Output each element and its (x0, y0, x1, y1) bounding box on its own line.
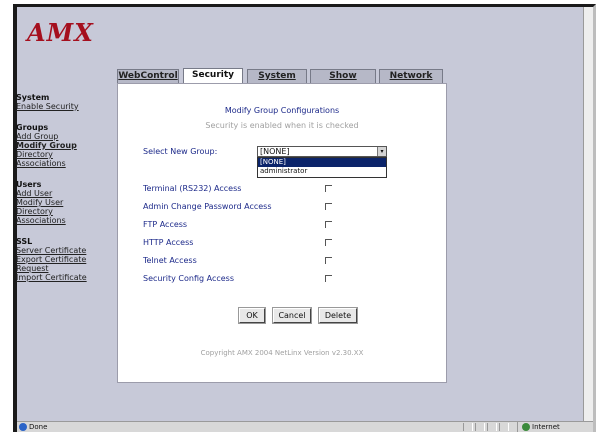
sidebar-section-system: System (16, 93, 50, 102)
security-panel: Modify Group Configurations Security is … (117, 83, 447, 383)
sidebar-item-user-associations[interactable]: Associations (13, 216, 108, 225)
checkbox-telnet-access[interactable] (325, 257, 332, 264)
sidebar-section-ssl: SSL (16, 237, 33, 246)
sidebar-item-add-group[interactable]: Add Group (13, 132, 108, 141)
access-label-telnet: Telnet Access (143, 256, 197, 265)
sidebar-item-request[interactable]: Request (13, 264, 108, 273)
tab-network[interactable]: Network (379, 69, 443, 83)
status-left: Done (19, 422, 47, 432)
sidebar-item-export-certificate[interactable]: Export Certificate (13, 255, 108, 264)
status-divider (487, 423, 497, 431)
access-label-http: HTTP Access (143, 238, 194, 247)
sidebar-item-import-certificate[interactable]: Import Certificate (13, 273, 108, 282)
checkbox-terminal-access[interactable] (325, 185, 332, 192)
cancel-button[interactable]: Cancel (272, 307, 312, 324)
checkbox-admin-password-access[interactable] (325, 203, 332, 210)
group-select[interactable]: [NONE] ▾ (257, 146, 387, 157)
security-zone: Internet (517, 422, 579, 432)
sidebar: System Enable Security Groups Add Group … (13, 93, 108, 282)
copyright-text: Copyright AMX 2004 NetLinx Version v2.30… (200, 349, 364, 357)
sidebar-item-server-certificate[interactable]: Server Certificate (13, 246, 108, 255)
tab-security[interactable]: Security (183, 68, 243, 84)
sidebar-section-users: Users (16, 180, 42, 189)
browser-window: AMX WebControl Security System Show Devi… (13, 4, 596, 432)
sidebar-item-modify-user[interactable]: Modify User (13, 198, 108, 207)
scrollbar[interactable] (583, 7, 593, 432)
panel-title: Modify Group Configurations (224, 106, 340, 115)
chevron-down-icon[interactable]: ▾ (377, 147, 386, 156)
ok-button[interactable]: OK (238, 307, 266, 324)
access-label-ftp: FTP Access (143, 220, 188, 229)
panel-subtitle: Security is enabled when it is checked (205, 121, 359, 130)
checkbox-ftp-access[interactable] (325, 221, 332, 228)
delete-button[interactable]: Delete (318, 307, 358, 324)
checkbox-http-access[interactable] (325, 239, 332, 246)
page-header: AMX (17, 7, 593, 57)
checkbox-security-config-access[interactable] (325, 275, 332, 282)
group-option-none[interactable]: [NONE] (258, 158, 386, 167)
tab-webcontrol[interactable]: WebControl (117, 69, 179, 83)
sidebar-item-enable-security[interactable]: Enable Security (13, 102, 108, 111)
access-label-security-config: Security Config Access (143, 274, 234, 283)
access-label-terminal: Terminal (RS232) Access (143, 184, 242, 193)
sidebar-item-user-directory[interactable]: Directory (13, 207, 108, 216)
status-divider (499, 423, 509, 431)
globe-icon (522, 423, 530, 431)
sidebar-item-group-directory[interactable]: Directory (13, 150, 108, 159)
tab-system[interactable]: System (247, 69, 307, 83)
screenshot-frame: AMX WebControl Security System Show Devi… (0, 0, 603, 436)
status-divider (475, 423, 485, 431)
zone-text: Internet (532, 423, 560, 431)
tab-show-devices[interactable]: Show Devices (310, 69, 376, 94)
status-divider (463, 423, 473, 431)
amx-logo: AMX (27, 18, 94, 47)
group-option-administrator[interactable]: administrator (258, 167, 386, 176)
sidebar-section-groups: Groups (16, 123, 49, 132)
status-bar: Done Internet (17, 421, 593, 432)
sidebar-item-group-associations[interactable]: Associations (13, 159, 108, 168)
group-select-value: [NONE] (260, 147, 290, 156)
page-done-icon (19, 423, 27, 431)
sidebar-item-add-user[interactable]: Add User (13, 189, 108, 198)
select-group-label: Select New Group: (143, 147, 218, 156)
status-text: Done (29, 423, 48, 431)
group-dropdown: [NONE] administrator (257, 157, 387, 178)
access-label-admin-password: Admin Change Password Access (143, 202, 272, 211)
sidebar-item-modify-group[interactable]: Modify Group (13, 141, 108, 150)
